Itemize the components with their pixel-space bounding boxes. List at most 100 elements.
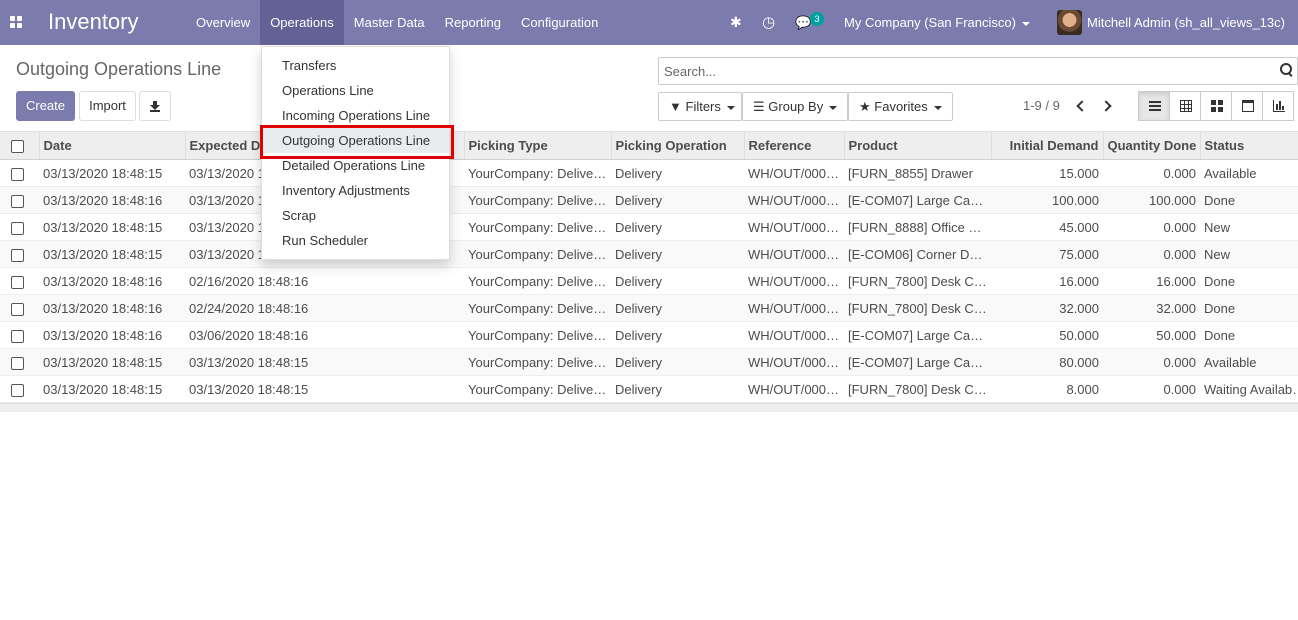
user-avatar[interactable] — [1057, 10, 1082, 35]
cell-picking-operation: Delivery — [611, 186, 744, 214]
dropdown-item-scrap[interactable]: Scrap — [262, 203, 449, 228]
cell-date: 03/13/2020 18:48:15 — [39, 159, 185, 187]
dropdown-item-outgoing-operations-line[interactable]: Outgoing Operations Line — [262, 128, 449, 153]
cell-reference: WH/OUT/00002 — [744, 186, 844, 214]
cell-picking-operation: Delivery — [611, 240, 744, 268]
cell-expected-date: 03/06/2020 18:48:16 — [185, 321, 464, 349]
app-brand[interactable]: Inventory — [48, 9, 139, 35]
menu-master-data[interactable]: Master Data — [344, 0, 435, 45]
menu-overview[interactable]: Overview — [186, 0, 260, 45]
table-row[interactable]: 03/13/2020 18:48:15 03/13/2020 18:48:15 Yo… — [0, 375, 1298, 403]
debug-bug-icon[interactable]: ✱ — [730, 0, 742, 45]
cell-quantity-done: 0.000 — [1103, 159, 1200, 187]
row-checkbox[interactable] — [11, 275, 24, 289]
row-checkbox[interactable] — [11, 356, 24, 370]
column-header-status[interactable]: Status — [1199, 131, 1298, 160]
list-view-button[interactable] — [1138, 91, 1170, 121]
menu-configuration[interactable]: Configuration — [511, 0, 608, 45]
cell-quantity-done: 16.000 — [1103, 267, 1200, 295]
row-checkbox[interactable] — [11, 194, 24, 208]
page-title: Outgoing Operations Line — [16, 59, 222, 79]
top-navbar: Inventory Overview Operations Master Dat… — [0, 0, 1298, 45]
calendar-icon — [1242, 100, 1254, 112]
column-header-picking-type[interactable]: Picking Type — [463, 131, 611, 160]
row-checkbox[interactable] — [11, 383, 24, 397]
cell-picking-type: YourCompany: Delivery Orders — [464, 159, 611, 187]
graph-view-button[interactable] — [1262, 91, 1294, 121]
group-by-button[interactable]: ☰ Group By — [742, 92, 848, 121]
column-header-picking-operation[interactable]: Picking Operation — [610, 131, 744, 160]
row-checkbox[interactable] — [11, 248, 24, 262]
cell-picking-operation: Delivery — [611, 321, 744, 349]
favorites-button[interactable]: ★ Favorites — [848, 92, 953, 121]
menu-operations[interactable]: Operations — [260, 0, 344, 45]
column-header-product[interactable]: Product — [843, 131, 991, 160]
table-footer — [0, 403, 1298, 412]
pager-value[interactable]: 1-9 / 9 — [1023, 98, 1060, 113]
dropdown-item-run-scheduler[interactable]: Run Scheduler — [262, 228, 449, 253]
table-row[interactable]: 03/13/2020 18:48:15 03/13/2020 18:48:15 Yo… — [0, 159, 1298, 187]
create-button[interactable]: Create — [16, 91, 75, 121]
filters-button[interactable]: ▼ Filters — [658, 92, 742, 121]
search-icon[interactable] — [1280, 63, 1294, 77]
row-checkbox[interactable] — [11, 302, 24, 316]
table-row[interactable]: 03/13/2020 18:48:16 02/16/2020 18:48:16 Yo… — [0, 267, 1298, 295]
row-select-cell — [0, 294, 39, 322]
cell-picking-operation: Delivery — [611, 267, 744, 295]
column-header-quantity-done[interactable]: Quantity Done — [1102, 131, 1200, 160]
cell-quantity-done: 0.000 — [1103, 375, 1200, 403]
table-row[interactable]: 03/13/2020 18:48:16 03/13/2020 18:48:16 Yo… — [0, 186, 1298, 214]
table-row[interactable]: 03/13/2020 18:48:15 03/13/2020 18:48:15 Yo… — [0, 240, 1298, 268]
cell-picking-type: YourCompany: Delivery Orders — [464, 294, 611, 322]
company-switcher[interactable]: My Company (San Francisco) — [844, 0, 1030, 45]
row-checkbox[interactable] — [11, 221, 24, 235]
pivot-view-button[interactable] — [1169, 91, 1201, 121]
dropdown-item-inventory-adjustments[interactable]: Inventory Adjustments — [262, 178, 449, 203]
dropdown-item-transfers[interactable]: Transfers — [262, 53, 449, 78]
cell-reference: WH/OUT/00005 — [744, 267, 844, 295]
cell-status: Done — [1200, 321, 1298, 349]
search-input[interactable] — [659, 58, 1259, 84]
cell-initial-demand: 75.000 — [991, 240, 1103, 268]
kanban-view-button[interactable] — [1200, 91, 1232, 121]
select-all-checkbox[interactable] — [11, 140, 24, 154]
cell-initial-demand: 15.000 — [991, 159, 1103, 187]
activity-clock-icon[interactable]: ◷ — [762, 0, 775, 45]
messaging-chat-icon[interactable]: 💬 — [795, 0, 811, 45]
cell-product: [E-COM07] Large Cabinet — [844, 348, 991, 376]
column-header-initial-demand[interactable]: Initial Demand — [990, 131, 1103, 160]
cell-expected-date: 02/24/2020 18:48:16 — [185, 294, 464, 322]
cell-status: Waiting Availability — [1200, 375, 1298, 403]
cell-product: [FURN_7800] Desk Combination — [844, 267, 991, 295]
menu-reporting[interactable]: Reporting — [435, 0, 511, 45]
export-button[interactable] — [139, 91, 171, 121]
table-row[interactable]: 03/13/2020 18:48:16 02/24/2020 18:48:16 Yo… — [0, 294, 1298, 322]
dropdown-item-incoming-operations-line[interactable]: Incoming Operations Line — [262, 103, 449, 128]
kanban-grid-icon — [1211, 100, 1223, 112]
table-row[interactable]: 03/13/2020 18:48:16 03/06/2020 18:48:16 Yo… — [0, 321, 1298, 349]
cell-date: 03/13/2020 18:48:15 — [39, 213, 185, 241]
row-select-cell — [0, 348, 39, 376]
column-header-date[interactable]: Date — [38, 131, 185, 160]
cell-initial-demand: 50.000 — [991, 321, 1103, 349]
row-checkbox[interactable] — [11, 329, 24, 343]
user-menu[interactable]: Mitchell Admin (sh_all_views_13c) — [1087, 0, 1285, 45]
cell-product: [E-COM07] Large Cabinet — [844, 186, 991, 214]
row-checkbox[interactable] — [11, 167, 24, 181]
cell-date: 03/13/2020 18:48:15 — [39, 348, 185, 376]
table-row[interactable]: 03/13/2020 18:48:15 03/13/2020 18:48:15 Yo… — [0, 213, 1298, 241]
pager-previous-icon[interactable] — [1076, 100, 1084, 112]
user-name: Mitchell Admin (sh_all_views_13c) — [1087, 15, 1285, 30]
dropdown-item-detailed-operations-line[interactable]: Detailed Operations Line — [262, 153, 449, 178]
cell-initial-demand: 8.000 — [991, 375, 1103, 403]
import-button[interactable]: Import — [79, 91, 136, 121]
calendar-view-button[interactable] — [1231, 91, 1263, 121]
dropdown-item-operations-line[interactable]: Operations Line — [262, 78, 449, 103]
table-row[interactable]: 03/13/2020 18:48:15 03/13/2020 18:48:15 Yo… — [0, 348, 1298, 376]
pager-next-icon[interactable] — [1103, 100, 1111, 112]
cell-status: Available — [1200, 159, 1298, 187]
apps-menu-icon[interactable] — [10, 16, 22, 28]
column-header-reference[interactable]: Reference — [743, 131, 844, 160]
cell-reference: WH/OUT/00006 — [744, 294, 844, 322]
filter-funnel-icon: ▼ — [669, 99, 682, 114]
